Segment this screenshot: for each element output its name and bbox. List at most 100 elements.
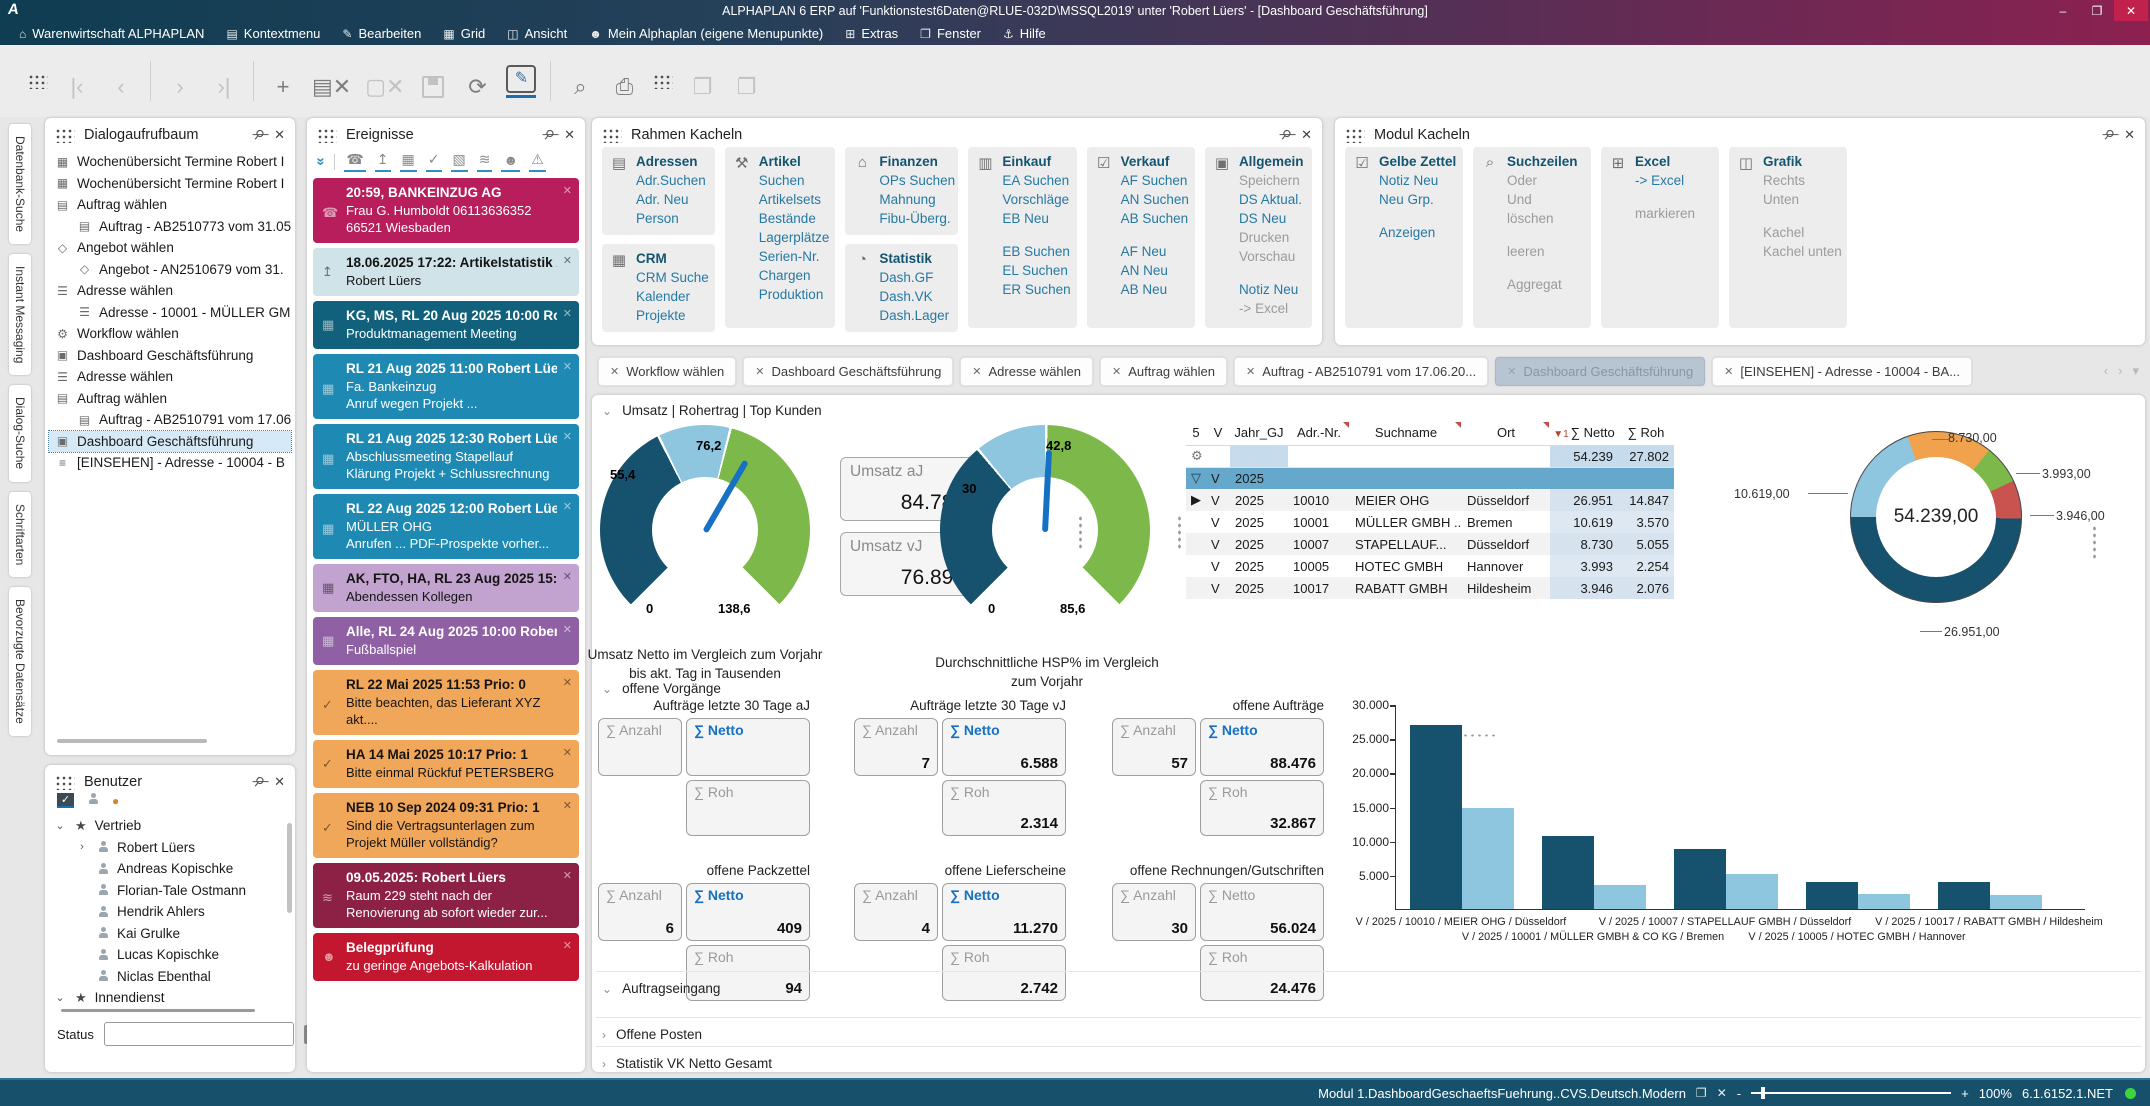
close-icon[interactable]: ✕ [563, 306, 572, 323]
chevron-down-icon[interactable]: ⌄ [53, 819, 67, 832]
bar-netto[interactable] [1806, 882, 1858, 909]
kachel-link-ds-neu[interactable]: DS Neu [1239, 209, 1304, 228]
column-header-v[interactable]: V [1206, 421, 1230, 445]
kachel-link-el-suchen[interactable]: EL Suchen [1002, 261, 1070, 280]
event-card[interactable]: ▦✕KG, MS, RL 20 Aug 2025 10:00 RoProdukt… [313, 301, 579, 349]
minimize-button[interactable]: – [2046, 0, 2080, 21]
event-card[interactable]: ▦✕RL 22 Aug 2025 12:00 Robert LüerMÜLLER… [313, 494, 579, 559]
menu-item-bearbeiten[interactable]: ✎Bearbeiten [333, 24, 430, 43]
close-icon[interactable]: ✕ [563, 569, 572, 586]
kachel-link-excel[interactable]: -> Excel [1239, 299, 1304, 318]
close-icon[interactable]: ✕ [563, 359, 572, 376]
tab-nav-button[interactable]: ▾ [2132, 363, 2139, 379]
menu-item-kontextmenu[interactable]: ▤Kontextmenu [217, 24, 329, 43]
first-record-button[interactable]: |‹ [62, 64, 92, 98]
event-card[interactable]: ☻✕Belegprüfungzu geringe Angebots-Kalkul… [313, 933, 579, 981]
close-icon[interactable]: ✕ [1301, 127, 1312, 143]
anzahl-box[interactable]: ∑ Anzahl7 [854, 718, 938, 776]
close-icon[interactable]: ✕ [564, 127, 575, 143]
menu-item-hilfe[interactable]: ⚓Hilfe [994, 24, 1055, 43]
kachel-link-ds-aktual[interactable]: DS Aktual. [1239, 190, 1304, 209]
kachel-link-af-neu[interactable]: AF Neu [1121, 242, 1189, 261]
netto-box[interactable]: ∑ Netto409 [686, 883, 810, 941]
close-icon[interactable]: ✕ [1112, 365, 1121, 378]
event-card[interactable]: ▦✕AK, FTO, HA, RL 23 Aug 2025 15:0Abende… [313, 564, 579, 612]
bar-netto[interactable] [1542, 836, 1594, 909]
tree-item-adresse-10001-müller-gm[interactable]: ☰Adresse - 10001 - MÜLLER GM [49, 302, 291, 324]
close-icon[interactable]: ✕ [2124, 127, 2135, 143]
kachel-link-und[interactable]: Und [1507, 190, 1578, 209]
roh-box[interactable]: ∑ Roh [686, 780, 810, 836]
dialog-tab-workflow-wählen[interactable]: ✕Workflow wählen [598, 357, 736, 386]
copy-note2-button[interactable]: ❐ [731, 64, 761, 98]
panel-grip-icon[interactable] [317, 128, 337, 143]
kachel-link-produktion[interactable]: Produktion [759, 285, 830, 304]
table-filter-row[interactable]: ▽V2025 [1186, 467, 1674, 489]
tree-item-wochenübersicht-termine-robert-i[interactable]: ▦Wochenübersicht Termine Robert I [49, 173, 291, 195]
menu-item-mein-alphaplan-eigene-menupunkte[interactable]: ☻Mein Alphaplan (eigene Menupunkte) [580, 24, 832, 43]
column-header-suchname[interactable]: Suchname [1350, 421, 1462, 445]
bar-netto[interactable] [1938, 882, 1990, 909]
phone-icon[interactable]: ☎ [344, 151, 365, 172]
kachel-link-anzeigen[interactable]: Anzeigen [1379, 223, 1456, 242]
zoom-slider[interactable] [1751, 1092, 1951, 1094]
close-icon[interactable]: ✕ [563, 499, 572, 516]
kachel-link-kachel[interactable]: Kachel [1763, 223, 1842, 242]
close-icon[interactable]: ✕ [274, 774, 285, 790]
event-card[interactable]: ↥✕18.06.2025 17:22: Artikelstatistik 2Ro… [313, 248, 579, 296]
anzahl-box[interactable]: ∑ Anzahl [598, 718, 682, 776]
drag-grip-icon[interactable] [28, 74, 48, 89]
close-button[interactable]: ✕ [2114, 0, 2148, 21]
kachel-link-leeren[interactable]: leeren [1507, 242, 1578, 261]
kachel-link-er-suchen[interactable]: ER Suchen [1002, 280, 1070, 299]
calendar-x-icon[interactable]: ▧ [451, 151, 468, 172]
kachel-link-unten[interactable]: Unten [1763, 190, 1842, 209]
netto-box[interactable]: ∑ Netto56.024 [1200, 883, 1324, 941]
dialog-tab-einsehen-adresse-10004-ba[interactable]: ✕[EINSEHEN] - Adresse - 10004 - BA... [1712, 357, 1972, 386]
netto-box[interactable]: ∑ Netto6.588 [942, 718, 1066, 776]
delete-record-button[interactable]: ▤✕ [312, 64, 351, 98]
column-header-jahr-gj[interactable]: Jahr_GJ [1230, 421, 1288, 445]
kachel-link-drucken[interactable]: Drucken [1239, 228, 1304, 247]
menu-item-grid[interactable]: ▦Grid [434, 24, 494, 43]
kachel-link-rechts[interactable]: Rechts [1763, 171, 1842, 190]
anzahl-box[interactable]: ∑ Anzahl30 [1112, 883, 1196, 941]
calendar-icon[interactable]: ▦ [400, 151, 417, 172]
splitter-handle[interactable] [2092, 525, 2097, 561]
dialog-tab-adresse-wählen[interactable]: ✕Adresse wählen [960, 357, 1093, 386]
anzahl-box[interactable]: ∑ Anzahl6 [598, 883, 682, 941]
section-umsatz-header[interactable]: ⌄ Umsatz | Rohertrag | Top Kunden [602, 403, 822, 418]
next-record-button[interactable]: › [165, 64, 195, 98]
zoom-in-button[interactable]: + [1961, 1086, 1969, 1101]
dialog-tab-dashboard-geschäftsführung[interactable]: ✕Dashboard Geschäftsführung [743, 357, 953, 386]
menu-item-ansicht[interactable]: ◫Ansicht [498, 24, 576, 43]
event-card[interactable]: ≋✕09.05.2025: Robert LüersRaum 229 steht… [313, 863, 579, 928]
person-check-icon[interactable] [87, 793, 99, 808]
table-row[interactable]: V202510005HOTEC GMBHHannover3.9932.254 [1186, 555, 1674, 577]
last-record-button[interactable]: ›| [209, 64, 239, 98]
user-lucas-kopischke[interactable]: Lucas Kopischke [53, 944, 287, 966]
table-row[interactable]: V202510017RABATT GMBHHildesheim3.9462.07… [1186, 577, 1674, 599]
user-niclas-ebenthal[interactable]: Niclas Ebenthal [53, 966, 287, 988]
kachel-link-dash-vk[interactable]: Dash.VK [879, 287, 949, 306]
kachel-link-ab-neu[interactable]: AB Neu [1121, 280, 1189, 299]
tree-item-dashboard-geschäftsführung[interactable]: ▣Dashboard Geschäftsführung [49, 431, 291, 453]
unpin-icon[interactable]: ⚲ [1277, 126, 1295, 144]
kachel-link-ab-suchen[interactable]: AB Suchen [1121, 209, 1189, 228]
side-tab-datenbank-suche[interactable]: Datenbank-Suche [9, 124, 31, 244]
tree-item-angebot-wählen[interactable]: ◇Angebot wählen [49, 237, 291, 259]
column-header-ort[interactable]: Ort [1462, 421, 1550, 445]
tree-item-adresse-wählen[interactable]: ☰Adresse wählen [49, 280, 291, 302]
kachel-link-excel[interactable]: -> Excel [1635, 171, 1695, 190]
drag-grip-icon[interactable] [653, 74, 673, 89]
dialog-tab-auftrag-wählen[interactable]: ✕Auftrag wählen [1100, 357, 1227, 386]
maximize-button[interactable]: ❐ [2080, 0, 2114, 21]
kachel-link-bestände[interactable]: Bestände [759, 209, 830, 228]
kachel-link-neu-grp[interactable]: Neu Grp. [1379, 190, 1456, 209]
kachel-link-notiz-neu[interactable]: Notiz Neu [1379, 171, 1456, 190]
close-icon[interactable]: ✕ [1507, 365, 1516, 378]
kachel-link-serien-nr[interactable]: Serien-Nr. [759, 247, 830, 266]
kachel-link-artikelsets[interactable]: Artikelsets [759, 190, 830, 209]
tree-item-einsehen-adresse-10004-b[interactable]: ≡[EINSEHEN] - Adresse - 10004 - B [49, 452, 291, 474]
tree-item-adresse-wählen[interactable]: ☰Adresse wählen [49, 366, 291, 388]
